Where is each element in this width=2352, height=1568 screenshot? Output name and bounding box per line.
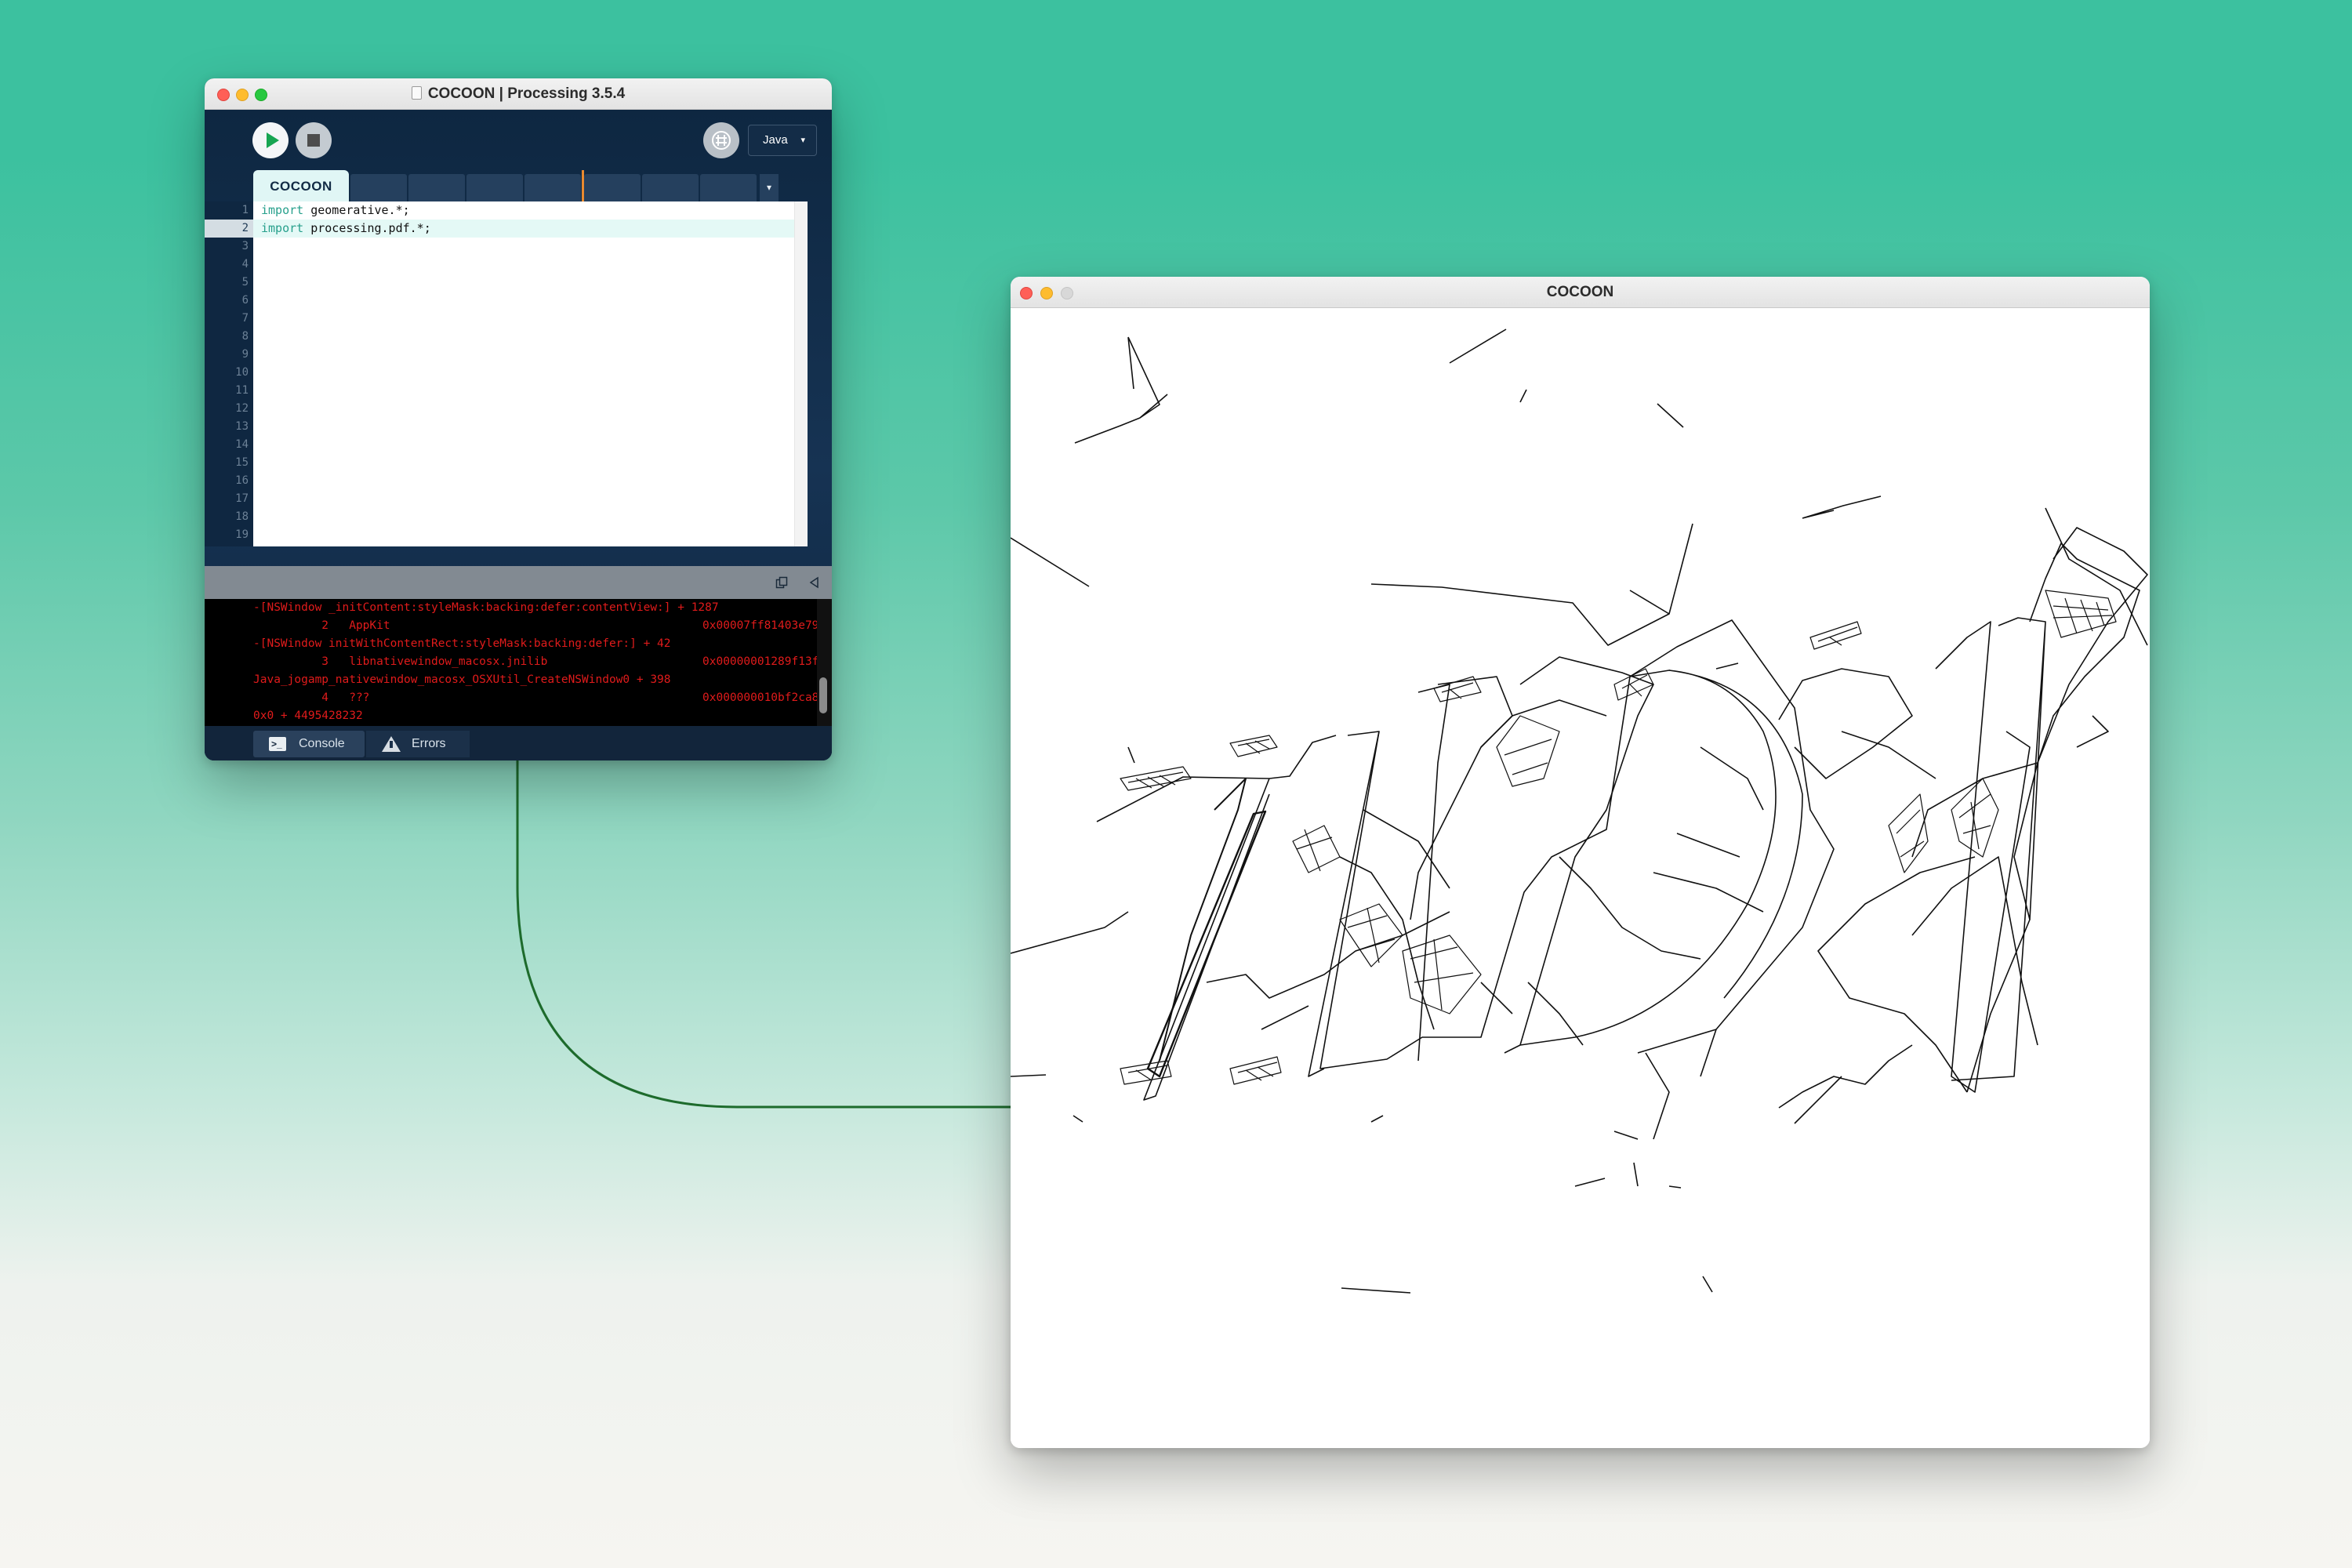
console-address: 0x00000001289f13fe bbox=[702, 655, 826, 668]
console-line: 2 AppKit 0x00007ff81403e799 bbox=[253, 617, 826, 635]
processing-ide-window: COCOON | Processing 3.5.4 Java ▾ COCOON ▾… bbox=[205, 78, 832, 760]
line-number: 9 bbox=[241, 348, 249, 361]
copy-icon[interactable] bbox=[775, 576, 788, 589]
keyword: import bbox=[261, 203, 304, 217]
mode-label: Java bbox=[763, 133, 788, 147]
sketch-canvas[interactable] bbox=[1011, 308, 2150, 1448]
warning-mark bbox=[390, 741, 393, 748]
tab-slot bbox=[524, 174, 581, 201]
console-address: 0x000000010bf2ca88 bbox=[702, 691, 826, 704]
line-number: 8 bbox=[241, 330, 249, 343]
console-footer: >_ Console Errors bbox=[205, 726, 832, 760]
mode-selector[interactable]: Java ▾ bbox=[748, 125, 817, 156]
sketch-window: COCOON bbox=[1011, 277, 2150, 1448]
tab-slot bbox=[642, 174, 699, 201]
tab-slot bbox=[584, 174, 641, 201]
ide-titlebar: COCOON | Processing 3.5.4 bbox=[205, 78, 832, 110]
line-number: 5 bbox=[241, 276, 249, 289]
console-text: 0x0 + 4495428232 bbox=[253, 710, 363, 722]
play-icon bbox=[266, 132, 279, 148]
console-text: -[NSWindow initWithContentRect:styleMask… bbox=[253, 637, 671, 650]
tab-marker bbox=[582, 170, 584, 201]
ide-title: COCOON | Processing 3.5.4 bbox=[205, 78, 832, 110]
tab-console[interactable]: >_ Console bbox=[253, 731, 365, 757]
line-number: 1 bbox=[241, 204, 249, 216]
tab-cocoon[interactable]: COCOON bbox=[253, 170, 349, 201]
code-text: geomerative.*; bbox=[303, 203, 410, 217]
run-button[interactable] bbox=[252, 122, 289, 158]
tab-errors[interactable]: Errors bbox=[366, 731, 470, 757]
line-number: 15 bbox=[235, 456, 249, 469]
code-editor[interactable]: import geomerative.*; import processing.… bbox=[253, 201, 808, 546]
line-number: 14 bbox=[235, 438, 249, 451]
tab-slot bbox=[350, 174, 407, 201]
code-line-2: import processing.pdf.*; bbox=[261, 220, 431, 238]
line-number: 19 bbox=[235, 528, 249, 541]
stop-icon bbox=[307, 134, 320, 147]
line-number: 11 bbox=[235, 384, 249, 397]
line-number: 12 bbox=[235, 402, 249, 415]
line-number: 4 bbox=[241, 258, 249, 270]
document-icon bbox=[411, 86, 422, 100]
console-icon: >_ bbox=[269, 737, 286, 751]
tab-console-label: Console bbox=[299, 737, 345, 750]
console-header bbox=[205, 566, 832, 599]
line-number: 6 bbox=[241, 294, 249, 307]
tab-menu-button[interactable]: ▾ bbox=[760, 174, 779, 201]
console-output[interactable]: -[NSWindow _initContent:styleMask:backin… bbox=[205, 599, 832, 726]
stop-button[interactable] bbox=[296, 122, 332, 158]
line-number: 16 bbox=[235, 474, 249, 487]
tab-slot bbox=[408, 174, 465, 201]
line-number: 13 bbox=[235, 420, 249, 433]
tab-slot bbox=[466, 174, 523, 201]
line-number: 3 bbox=[241, 240, 249, 252]
line-number-gutter: 1 2 3 4 5 6 7 8 9 10 11 12 13 14 15 16 17 18 19 bbox=[205, 201, 253, 546]
editor-scrollbar[interactable] bbox=[794, 201, 808, 546]
console-line: -[NSWindow initWithContentRect:styleMask… bbox=[253, 635, 671, 653]
chevron-down-icon: ▾ bbox=[800, 136, 805, 145]
line-number: 17 bbox=[235, 492, 249, 505]
ide-title-text: COCOON | Processing 3.5.4 bbox=[427, 85, 626, 102]
collapse-icon[interactable] bbox=[808, 576, 821, 589]
console-scrollbar-thumb[interactable] bbox=[819, 677, 827, 713]
console-address: 0x00007ff81403e799 bbox=[702, 619, 826, 632]
console-line: 4 ??? 0x000000010bf2ca88 bbox=[253, 689, 826, 707]
line-number: 2 bbox=[241, 222, 249, 234]
console-text: 4 ??? bbox=[253, 691, 370, 704]
debugger-icon bbox=[712, 131, 731, 150]
console-line: 3 libnativewindow_macosx.jnilib 0x0000000… bbox=[253, 653, 826, 671]
line-number: 7 bbox=[241, 312, 249, 325]
keyword: import bbox=[261, 221, 304, 235]
sketch-title: COCOON bbox=[1546, 284, 1614, 300]
code-text: processing.pdf.*; bbox=[303, 221, 431, 235]
line-number: 10 bbox=[235, 366, 249, 379]
debugger-button[interactable] bbox=[703, 122, 739, 158]
console-line: Java_jogamp_nativewindow_macosx_OSXUtil_… bbox=[253, 671, 671, 689]
tab-errors-label: Errors bbox=[412, 737, 446, 750]
tab-slot bbox=[700, 174, 757, 201]
console-text: -[NSWindow _initContent:styleMask:backin… bbox=[253, 601, 719, 614]
wireframe-typography-drawing bbox=[1011, 328, 2148, 1294]
console-text: 2 AppKit bbox=[253, 619, 390, 632]
console-text: Java_jogamp_nativewindow_macosx_OSXUtil_… bbox=[253, 673, 671, 686]
console-line: 0x0 + 4495428232 bbox=[253, 707, 363, 725]
console-line: -[NSWindow _initContent:styleMask:backin… bbox=[253, 599, 719, 617]
code-line-1: import geomerative.*; bbox=[261, 201, 410, 220]
line-number: 18 bbox=[235, 510, 249, 523]
console-text: 3 libnativewindow_macosx.jnilib bbox=[253, 655, 548, 668]
sketch-titlebar: COCOON bbox=[1011, 277, 2150, 308]
